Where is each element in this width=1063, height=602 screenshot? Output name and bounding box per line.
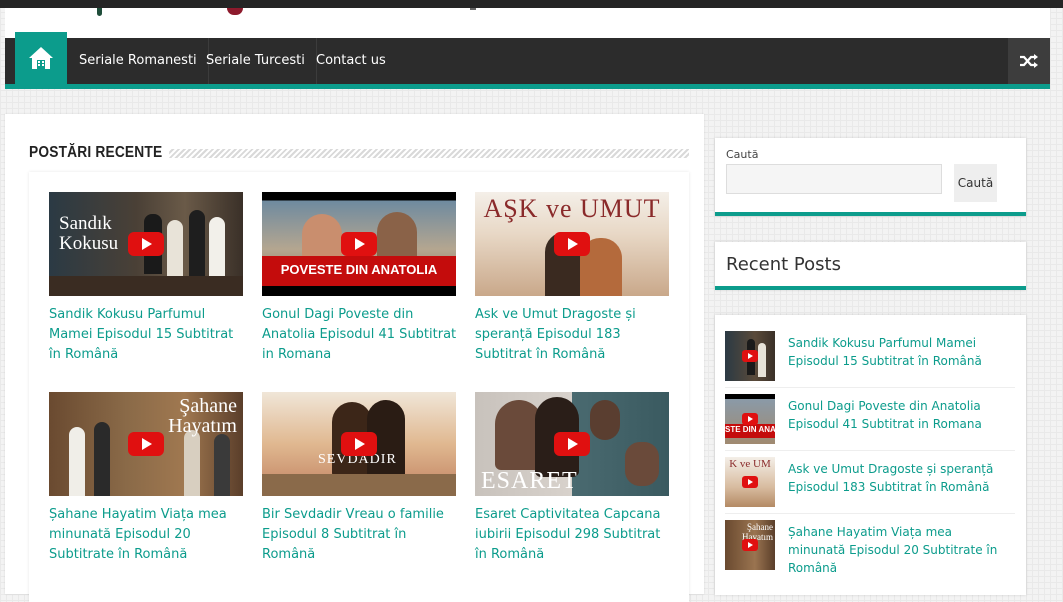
post-card: ESARET Esaret Captivitatea Capcana iubir…: [475, 392, 670, 565]
thumbnail-caption: Şahane Hayatım: [168, 395, 237, 437]
main-navigation: Seriale Romanesti Seriale Turcesti Conta…: [5, 32, 1050, 84]
home-button[interactable]: [15, 32, 67, 84]
main-content: POSTĂRI RECENTE Sandık Kokusu Sandik Kok…: [5, 114, 704, 602]
recent-post-thumbnail[interactable]: K ve UM: [725, 457, 775, 507]
widget-accent-bar: [715, 286, 1026, 290]
section-title-stripes: [155, 149, 689, 158]
play-icon: [128, 432, 164, 456]
thumbnail-caption: AŞK ve UMUT: [483, 194, 661, 223]
post-thumbnail[interactable]: SEVDADIR: [262, 392, 456, 496]
nav-item-seriale-turcesti[interactable]: Seriale Turcesti: [195, 38, 317, 84]
search-label: Caută: [726, 148, 759, 161]
post-card: Şahane Hayatım Șahane Hayatim Viața mea …: [49, 392, 244, 565]
nav-item-seriale-romanesti[interactable]: Seriale Romanesti: [68, 38, 209, 84]
header-fragment: [470, 8, 476, 10]
play-icon: [128, 232, 164, 256]
thumbnail-caption: STE DIN ANAT: [725, 425, 775, 434]
recent-post-link[interactable]: Gonul Dagi Poveste din Anatolia Episodul…: [788, 397, 1013, 433]
thumbnail-caption: Sandık Kokusu: [59, 213, 119, 254]
thumbnail-caption: K ve UM: [729, 458, 771, 470]
home-icon: [29, 47, 53, 69]
recent-post-thumbnail[interactable]: Şahane Hayatım: [725, 520, 775, 570]
post-thumbnail[interactable]: POVESTE DIN ANATOLIA: [262, 192, 456, 296]
post-thumbnail[interactable]: ESARET: [475, 392, 669, 496]
search-input[interactable]: [726, 164, 942, 194]
post-title-link[interactable]: Bir Sevdadir Vreau o familie Episodul 8 …: [262, 505, 457, 565]
site-logo-fragment: [227, 8, 243, 15]
site-logo[interactable]: [97, 8, 102, 16]
play-icon: [554, 232, 590, 256]
recent-post-link[interactable]: Sandik Kokusu Parfumul Mamei Episodul 15…: [788, 334, 1013, 370]
post-thumbnail[interactable]: AŞK ve UMUT: [475, 192, 669, 296]
post-title-link[interactable]: Esaret Captivitatea Capcana iubirii Epis…: [475, 505, 670, 565]
post-title-link[interactable]: Ask ve Umut Dragoste și speranță Episodu…: [475, 305, 670, 365]
play-icon: [341, 432, 377, 456]
nav-accent-bar: [5, 84, 1050, 89]
play-icon: [341, 232, 377, 256]
thumbnail-caption: POVESTE DIN ANATOLIA: [280, 262, 438, 277]
play-icon: [742, 539, 758, 551]
post-card: POVESTE DIN ANATOLIA Gonul Dagi Poveste …: [262, 192, 457, 365]
recent-post-link[interactable]: Șahane Hayatim Viața mea minunată Episod…: [788, 523, 1013, 577]
post-title-link[interactable]: Șahane Hayatim Viața mea minunată Episod…: [49, 505, 244, 565]
recent-post-link[interactable]: Ask ve Umut Dragoste și speranță Episodu…: [788, 460, 1013, 496]
search-widget: Caută Caută: [715, 138, 1026, 216]
recent-post-item: K ve UM Ask ve Umut Dragoste și speranță…: [725, 457, 1015, 513]
recent-post-item: Şahane Hayatım Șahane Hayatim Viața mea …: [725, 520, 1015, 576]
divider: [725, 450, 1015, 451]
recent-posts-title: Recent Posts: [726, 254, 841, 275]
section-header: POSTĂRI RECENTE: [29, 144, 689, 164]
nav-item-contact-us[interactable]: Contact us: [305, 38, 397, 84]
search-button[interactable]: Caută: [954, 164, 997, 202]
post-title-link[interactable]: Gonul Dagi Poveste din Anatolia Episodul…: [262, 305, 457, 365]
post-thumbnail[interactable]: Sandık Kokusu: [49, 192, 243, 296]
recent-posts-header: Recent Posts: [715, 242, 1026, 290]
recent-post-item: STE DIN ANAT Gonul Dagi Poveste din Anat…: [725, 394, 1015, 450]
recent-post-thumbnail[interactable]: [725, 331, 775, 381]
play-icon: [742, 476, 758, 488]
play-icon: [742, 413, 758, 425]
widget-accent-bar: [715, 212, 1026, 216]
top-bar: [0, 0, 1063, 8]
post-card: SEVDADIR Bir Sevdadir Vreau o familie Ep…: [262, 392, 457, 565]
play-icon: [742, 350, 758, 362]
section-title: POSTĂRI RECENTE: [29, 144, 170, 162]
play-icon: [554, 432, 590, 456]
post-card: Sandık Kokusu Sandik Kokusu Parfumul Mam…: [49, 192, 244, 365]
recent-posts-grid: Sandık Kokusu Sandik Kokusu Parfumul Mam…: [29, 172, 689, 602]
random-post-button[interactable]: [1008, 38, 1050, 84]
thumbnail-caption: ESARET: [481, 468, 578, 494]
post-title-link[interactable]: Sandik Kokusu Parfumul Mamei Episodul 15…: [49, 305, 244, 365]
recent-post-thumbnail[interactable]: STE DIN ANAT: [725, 394, 775, 444]
post-card: AŞK ve UMUT Ask ve Umut Dragoste și sper…: [475, 192, 670, 365]
post-thumbnail[interactable]: Şahane Hayatım: [49, 392, 243, 496]
recent-posts-list: Sandik Kokusu Parfumul Mamei Episodul 15…: [715, 315, 1026, 595]
site-header: [5, 8, 1050, 38]
divider: [725, 513, 1015, 514]
recent-post-item: Sandik Kokusu Parfumul Mamei Episodul 15…: [725, 331, 1015, 387]
divider: [725, 387, 1015, 388]
shuffle-icon: [1020, 54, 1038, 68]
